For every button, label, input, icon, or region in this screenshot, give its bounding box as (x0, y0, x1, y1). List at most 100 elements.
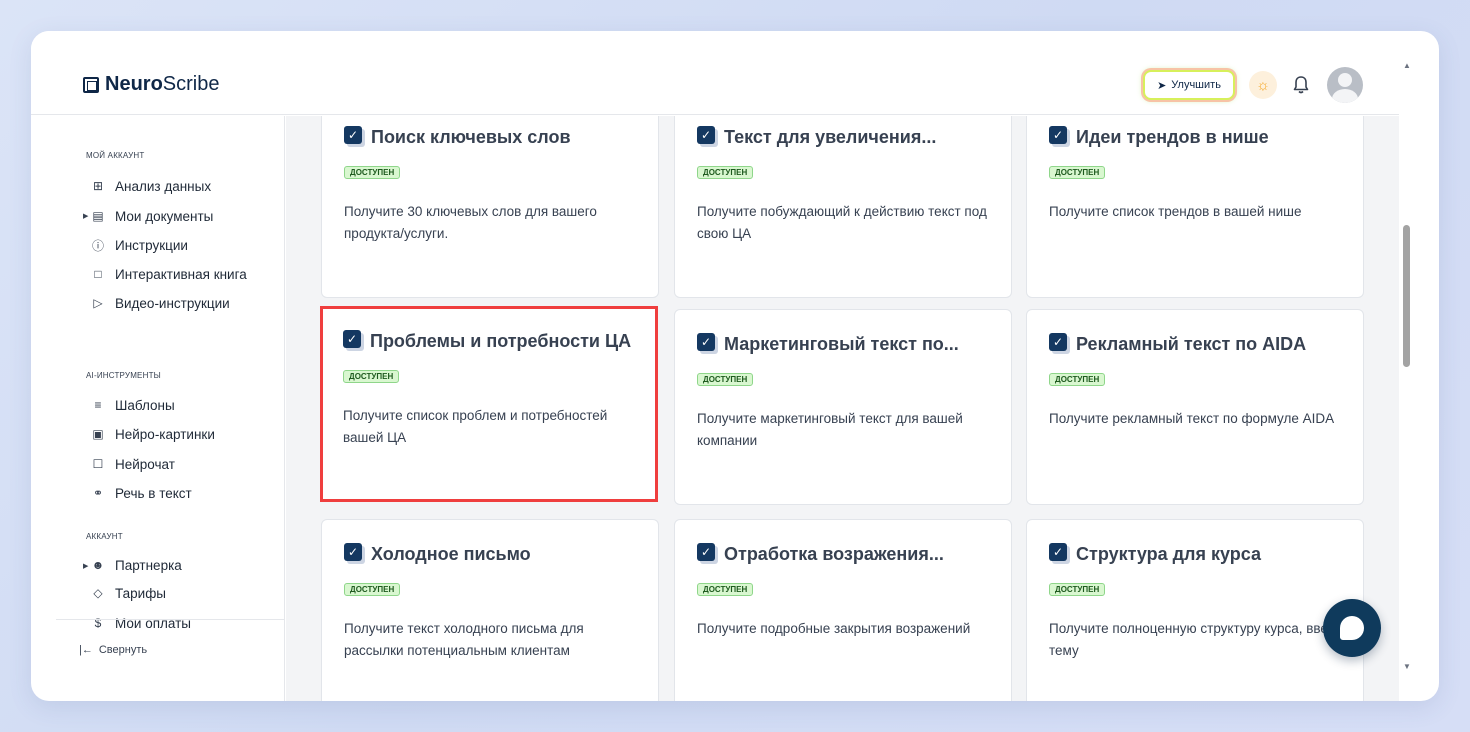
card-title-row: ✓ Холодное письмо (344, 542, 531, 565)
card-description: Получите подробные закрытия возражений (697, 621, 971, 636)
caret-right-icon[interactable]: ▶ (83, 212, 88, 220)
card-title: Холодное письмо (371, 544, 531, 564)
sidebar-footer: |← Свернуть (56, 619, 285, 701)
upgrade-button[interactable]: ➤ Улучшить (1143, 70, 1235, 100)
card-description: Получите текст холодного письма для расс… (344, 621, 584, 658)
rocket-icon: ➤ (1157, 79, 1167, 92)
avatar[interactable] (1327, 67, 1363, 103)
collapse-icon: |← (79, 644, 93, 656)
sidebar-item-label: Речь в текст (115, 485, 192, 501)
card-description: Получите 30 ключевых слов для вашего про… (344, 204, 597, 241)
sidebar-item-my-documents[interactable]: ▤ Мои документы (91, 205, 213, 227)
checkbox-icon: ✓ (1049, 332, 1067, 351)
sidebar-item-templates[interactable]: ≡ Шаблоны (91, 394, 175, 416)
section-label-ai-tools: AI-ИНСТРУМЕНТЫ (86, 371, 161, 380)
caret-right-icon[interactable]: ▶ (83, 562, 88, 570)
template-card[interactable]: ✓ Текст для увеличения... ДОСТУПЕН Получ… (674, 116, 1012, 298)
headphones-icon: ⚭ (92, 486, 104, 500)
template-card[interactable]: ✓ Отработка возражения... ДОСТУПЕН Получ… (674, 519, 1012, 701)
card-description: Получите полноценную структуру курса, вв… (1049, 621, 1343, 658)
status-badge: ДОСТУПЕН (344, 166, 401, 179)
sidebar-item-speech-to-text[interactable]: ⚭ Речь в текст (91, 482, 192, 504)
collapse-label: Свернуть (98, 644, 148, 656)
card-description: Получите маркетинговый текст для вашей к… (697, 411, 963, 448)
card-title-row: ✓ Рекламный текст по AIDA (1049, 332, 1307, 355)
sun-icon[interactable]: ☼ (1249, 71, 1277, 99)
template-card[interactable]: ✓ Структура для курса ДОСТУПЕН Получите … (1026, 519, 1364, 701)
chat-icon: ☐ (92, 457, 104, 471)
sidebar-item-neuro-images[interactable]: ▣ Нейро-картинки (91, 423, 215, 445)
support-chat-button[interactable] (1323, 599, 1381, 657)
card-description: Получите список проблем и потребностей в… (343, 408, 608, 445)
checkbox-icon: ✓ (1049, 125, 1067, 144)
template-card[interactable]: ✓ Маркетинговый текст по... ДОСТУПЕН Пол… (674, 309, 1012, 505)
template-card[interactable]: ✓ Холодное письмо ДОСТУПЕН Получите текс… (321, 519, 659, 701)
card-title: Отработка возражения... (724, 544, 944, 564)
logo-bold-text: Neuro (105, 73, 163, 95)
top-header: Neuro Scribe ➤ Улучшить ☼ (31, 31, 1399, 115)
sidebar-item-interactive-book[interactable]: □ Интерактивная книга (91, 263, 246, 285)
card-title-row: ✓ Маркетинговый текст по... (697, 332, 959, 355)
status-badge: ДОСТУПЕН (1049, 166, 1106, 179)
template-card[interactable]: ✓ Идеи трендов в нише ДОСТУПЕН Получите … (1026, 116, 1364, 298)
card-title-row: ✓ Проблемы и потребности ЦА (343, 329, 632, 352)
scrollbar-thumb[interactable] (1403, 225, 1410, 367)
logo[interactable]: Neuro Scribe (83, 73, 220, 96)
video-icon: ▷ (93, 296, 103, 310)
users-icon: ☻ (91, 558, 105, 572)
sidebar-item-tariffs[interactable]: ◇ Тарифы (91, 582, 166, 604)
card-title: Структура для курса (1076, 544, 1262, 564)
status-badge: ДОСТУПЕН (343, 370, 400, 383)
card-title-row: ✓ Отработка возражения... (697, 542, 944, 565)
status-badge: ДОСТУПЕН (1049, 373, 1106, 386)
sidebar-item-partners[interactable]: ☻ Партнерка (91, 554, 182, 576)
checkbox-icon: ✓ (343, 329, 361, 348)
scroll-up-icon[interactable]: ▲ (1403, 61, 1411, 70)
sidebar-item-label: Видео-инструкции (115, 295, 230, 311)
status-badge: ДОСТУПЕН (344, 583, 401, 596)
card-description: Получите список трендов в вашей нише (1049, 204, 1302, 219)
sidebar-item-video-instructions[interactable]: ▷ Видео-инструкции (91, 292, 230, 314)
status-badge: ДОСТУПЕН (697, 583, 754, 596)
checkbox-icon: ✓ (344, 542, 362, 561)
sidebar-item-neurochat[interactable]: ☐ Нейрочат (91, 453, 175, 475)
sidebar-item-instructions[interactable]: ⓘ Инструкции (91, 234, 188, 256)
template-card-selected[interactable]: ✓ Проблемы и потребности ЦА ДОСТУПЕН Пол… (320, 306, 658, 502)
status-badge: ДОСТУПЕН (1049, 583, 1106, 596)
vertical-scrollbar[interactable]: ▲ ▼ (1399, 61, 1415, 671)
card-title: Проблемы и потребности ЦА (370, 331, 632, 351)
card-description: Получите побуждающий к действию текст по… (697, 204, 987, 241)
card-title: Текст для увеличения... (724, 127, 937, 147)
logo-light-text: Scribe (162, 73, 220, 95)
sidebar: МОЙ АККАУНТ ⊞ Анализ данных ▶ ▤ Мои доку… (56, 116, 285, 701)
image-icon: ▣ (92, 427, 104, 441)
card-title: Идеи трендов в нише (1076, 127, 1269, 147)
collapse-button[interactable]: |← Свернуть (79, 644, 147, 656)
bell-icon[interactable] (1288, 72, 1314, 98)
templates-grid: ✓ Поиск ключевых слов ДОСТУПЕН Получите … (286, 116, 1399, 701)
card-title-row: ✓ Структура для курса (1049, 542, 1262, 565)
status-badge: ДОСТУПЕН (697, 166, 754, 179)
card-title: Рекламный текст по AIDA (1076, 334, 1307, 354)
chat-bubble-icon (1340, 616, 1364, 640)
sidebar-item-data-analysis[interactable]: ⊞ Анализ данных (91, 175, 211, 197)
logo-icon (83, 76, 99, 93)
checkbox-icon: ✓ (697, 125, 715, 144)
document-icon: ▤ (92, 209, 104, 223)
template-card[interactable]: ✓ Поиск ключевых слов ДОСТУПЕН Получите … (321, 116, 659, 298)
section-label-my-account: МОЙ АККАУНТ (86, 151, 145, 160)
app-window: Neuro Scribe ➤ Улучшить ☼ МОЙ АККАУНТ ⊞ А… (31, 31, 1439, 701)
card-title: Поиск ключевых слов (371, 127, 571, 147)
sidebar-item-label: Шаблоны (115, 397, 175, 413)
layers-icon: ≡ (94, 398, 102, 412)
card-title-row: ✓ Идеи трендов в нише (1049, 125, 1269, 148)
sidebar-item-label: Анализ данных (115, 178, 212, 194)
checkbox-icon: ✓ (697, 542, 715, 561)
scroll-down-icon[interactable]: ▼ (1403, 662, 1411, 671)
card-title-row: ✓ Текст для увеличения... (697, 125, 937, 148)
sidebar-item-label: Инструкции (115, 237, 188, 253)
upgrade-label: Улучшить (1171, 79, 1221, 91)
template-card[interactable]: ✓ Рекламный текст по AIDA ДОСТУПЕН Получ… (1026, 309, 1364, 505)
sidebar-item-label: Нейро-картинки (115, 426, 215, 442)
card-title-row: ✓ Поиск ключевых слов (344, 125, 571, 148)
